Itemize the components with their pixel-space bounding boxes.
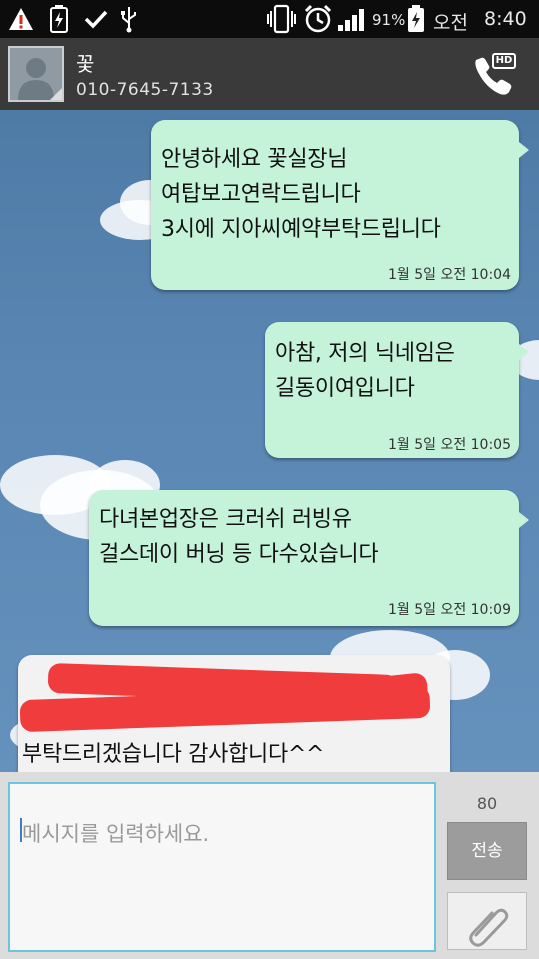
message-time: 1월 5일 오전 10:09 bbox=[387, 602, 511, 618]
battery-percent: 91% bbox=[372, 11, 406, 29]
clock-ampm: 오전 bbox=[433, 12, 468, 34]
vibrate-icon bbox=[267, 4, 296, 34]
clock-time: 8:40 bbox=[484, 8, 527, 30]
message-bubble-outgoing[interactable]: 안녕하세요 꽃실장님 여탑보고연락드립니다 3시에 지아씨예약부탁드립니다 1월… bbox=[151, 120, 529, 290]
message-bubble-outgoing[interactable]: 다녀본업장은 크러쉬 러빙유 걸스데이 버닝 등 다수있습니다 1월 5일 오전… bbox=[89, 490, 529, 626]
bubble-tail bbox=[519, 512, 529, 528]
message-time: 1월 5일 오전 10:04 bbox=[387, 267, 511, 283]
message-bubble-incoming[interactable]: 부탁드리겠습니다 감사합니다^^ bbox=[18, 655, 450, 772]
message-text: 부탁드리겠습니다 감사합니다^^ bbox=[22, 742, 325, 767]
status-bar: 91% 오전 8:40 bbox=[0, 0, 539, 38]
contact-avatar[interactable] bbox=[8, 46, 64, 102]
contact-number: 010-7645-7133 bbox=[76, 80, 214, 100]
message-text: 안녕하세요 꽃실장님 여탑보고연락드립니다 3시에 지아씨예약부탁드립니다 bbox=[161, 147, 441, 242]
message-input-placeholder: 메시지를 입력하세요. bbox=[22, 822, 210, 846]
hd-call-button[interactable]: HD bbox=[470, 48, 522, 100]
composer-bar: 메시지를 입력하세요. 80 전송 bbox=[0, 772, 539, 959]
message-text: 아참, 저의 닉네임은 길동이여입니다 bbox=[275, 341, 455, 401]
check-icon bbox=[84, 10, 108, 29]
message-bubble-outgoing[interactable]: 아참, 저의 닉네임은 길동이여입니다 1월 5일 오전 10:05 bbox=[265, 322, 529, 458]
message-time: 1월 5일 오전 10:05 bbox=[387, 437, 511, 453]
battery-icon bbox=[408, 5, 424, 32]
battery-charging-icon bbox=[50, 5, 68, 33]
usb-icon bbox=[121, 7, 136, 33]
attach-button[interactable] bbox=[447, 892, 527, 950]
paperclip-icon bbox=[469, 908, 509, 947]
send-button[interactable]: 전송 bbox=[447, 822, 527, 880]
message-text: 다녀본업장은 크러쉬 러빙유 걸스데이 버닝 등 다수있습니다 bbox=[99, 507, 379, 567]
contact-header[interactable]: 꽃 010-7645-7133 HD bbox=[0, 38, 539, 112]
hd-badge-label: HD bbox=[495, 55, 513, 66]
alarm-icon bbox=[304, 4, 332, 33]
bubble-tail bbox=[519, 142, 529, 158]
warning-icon bbox=[9, 8, 33, 30]
message-input[interactable]: 메시지를 입력하세요. bbox=[8, 782, 436, 952]
conversation-area[interactable]: 안녕하세요 꽃실장님 여탑보고연락드립니다 3시에 지아씨예약부탁드립니다 1월… bbox=[0, 110, 539, 772]
char-counter: 80 bbox=[476, 794, 498, 813]
contact-name: 꽃 bbox=[76, 52, 95, 76]
hd-badge: HD bbox=[492, 53, 516, 69]
person-icon bbox=[18, 58, 62, 100]
signal-icon bbox=[338, 9, 364, 31]
bubble-tail bbox=[519, 344, 529, 360]
